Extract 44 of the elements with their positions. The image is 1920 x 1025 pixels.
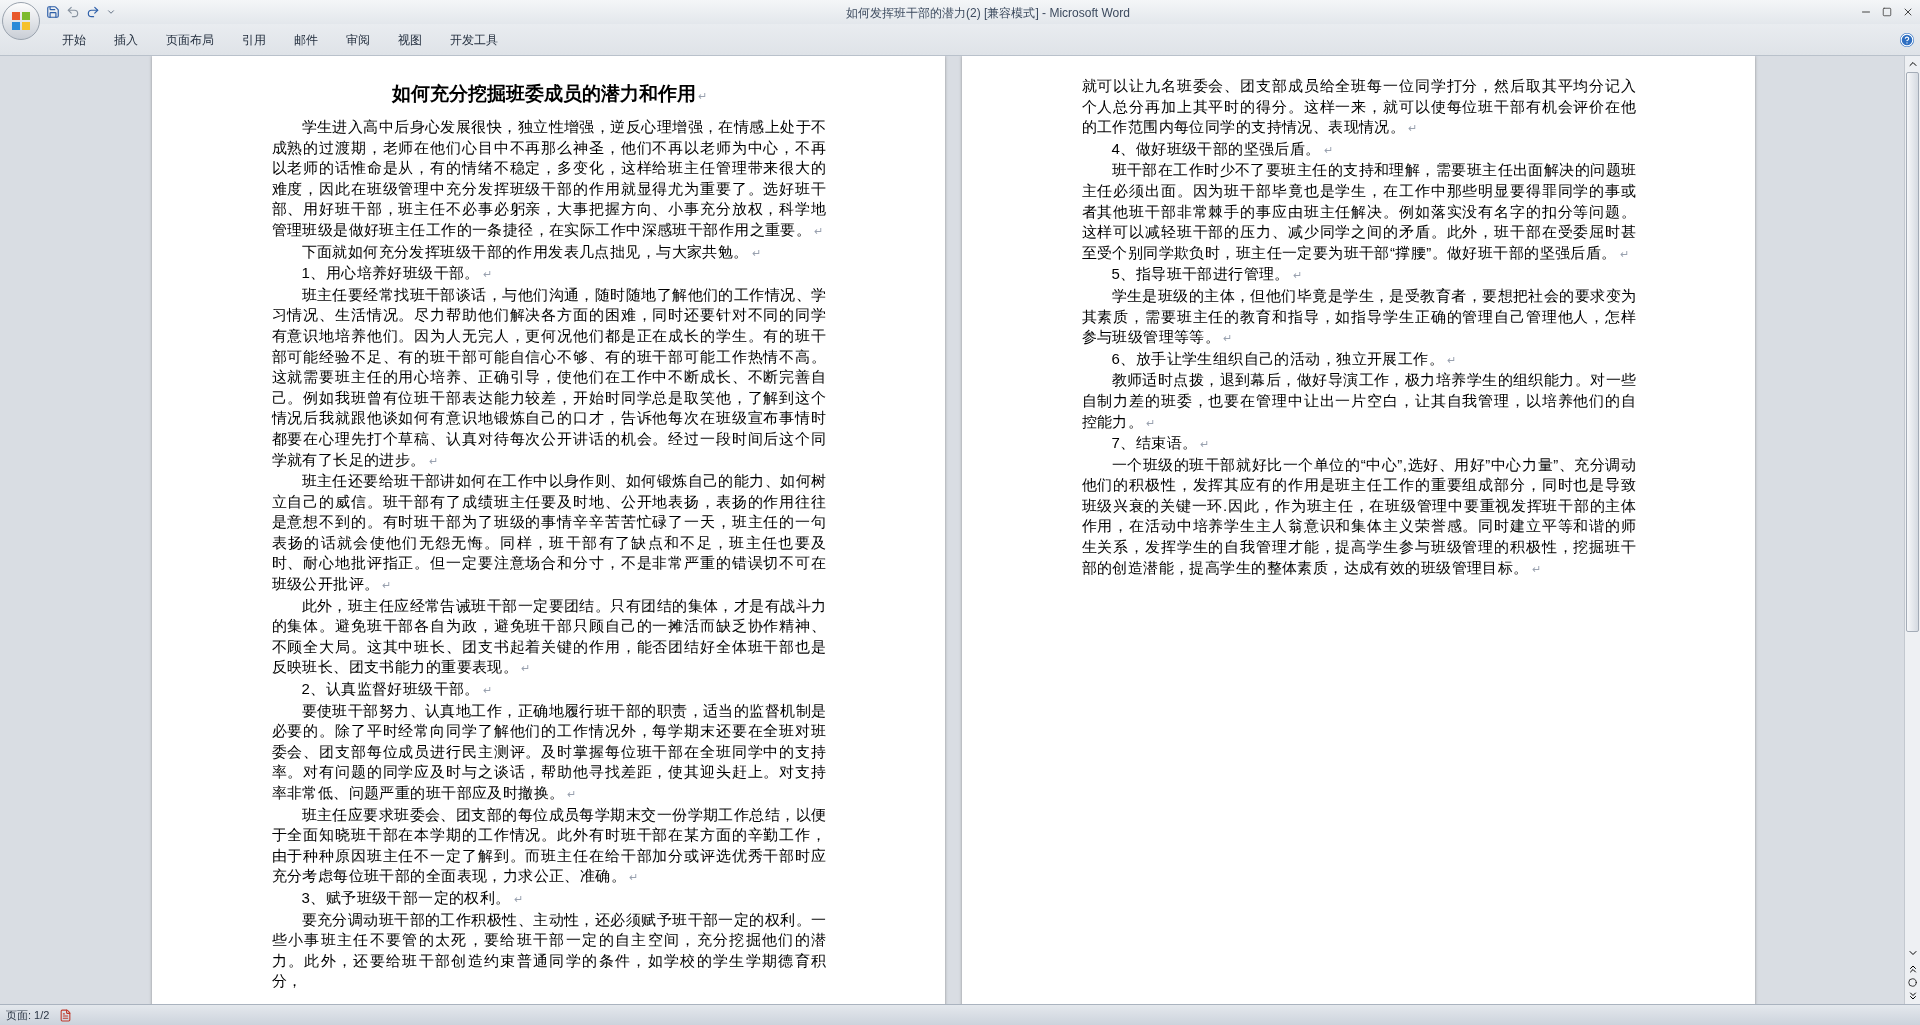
- page-count[interactable]: 页面: 1/2: [6, 1006, 50, 1024]
- document-check-icon[interactable]: [59, 1008, 73, 1022]
- ribbon-tab[interactable]: 开发工具: [436, 24, 512, 55]
- paragraph: 要使班干部努力、认真地工作，正确地履行班干部的职责，适当的监督机制是必要的。除了平时经常向同学了解他们的工作情况外，每学期末还要在全班对班委会、团支部每位成员进行民主测评。及时掌握每位班干部在全班同学中的支持率。对有问题的同学应及时与之谈话，帮助他寻找差距，使其迎头赶上。对支持率非常低、问题严重的班干部应及时撤换。 ↵: [271, 700, 827, 803]
- scroll-thumb[interactable]: [1906, 72, 1919, 632]
- paragraph: 下面就如何充分发挥班级干部的作用发表几点拙见，与大家共勉。 ↵: [300, 241, 763, 262]
- office-button[interactable]: [2, 2, 40, 40]
- paragraph: 1、用心培养好班级干部。 ↵: [300, 263, 494, 284]
- ribbon-tab[interactable]: 开始: [48, 24, 100, 55]
- ribbon-tab[interactable]: 页面布局: [152, 24, 228, 55]
- paragraph: 教师适时点拨，退到幕后，做好导演工作，极力培养学生的组织能力。对一些自制力差的班委，也要在管理中让出一片空白，让其自我管理，以培养他们的自控能力。 ↵: [1081, 370, 1637, 432]
- ribbon-tab[interactable]: 邮件: [280, 24, 332, 55]
- paragraph: 4、做好班级干部的坚强后盾。 ↵: [1110, 138, 1335, 159]
- paragraph: 一个班级的班干部就好比一个单位的“中心”,选好、用好”中心力量”、充分调动他们的积极性，发挥其应有的作用是班主任工作的重要组成部分，同时也是导致班级兴衰的关键一环.因此，作为班主任，在班级管理中要重视发挥班干部的主体作用，在活动中培养学生主人翁意识和集体主义荣誉感。同时建立平等和谐的师生关系，发挥学生的自我管理才能，提高学生参与班级管理的积极性，挖掘班干部的创造潜能，提高学生的整体素质，达成有效的班级管理目标。 ↵: [1081, 454, 1637, 578]
- paragraph: 班主任应要求班委会、团支部的每位成员每学期末交一份学期工作总结，以便于全面知晓班干部在本学期的工作情况。此外有时班干部在某方面的辛勤工作，由于种种原因班主任不一定了解到。而班主任在给干部加分或评选优秀干部时应充分考虑每位班干部的全面表现，力求公正、准确。 ↵: [271, 804, 827, 887]
- ribbon-tab[interactable]: 引用: [228, 24, 280, 55]
- maximize-icon[interactable]: [1882, 7, 1892, 17]
- paragraph: 就可以让九名班委会、团支部成员给全班每一位同学打分，然后取其平均分记入个人总分再加上其平时的得分。这样一来，就可以使每位班干部有机会评价在他的工作范围内每位同学的支持情况、表现情况。 ↵: [1081, 76, 1637, 138]
- office-logo-icon: [10, 10, 32, 32]
- paragraph: 学生是班级的主体，但他们毕竟是学生，是受教育者，要想把社会的要求变为其素质，需要班主任的教育和指导，如指导学生正确的管理自己管理他人，怎样参与班级管理等等。 ↵: [1081, 285, 1637, 348]
- paragraph: 5、指导班干部进行管理。 ↵: [1110, 264, 1304, 285]
- undo-icon[interactable]: [66, 5, 80, 19]
- ribbon-tab[interactable]: 视图: [384, 24, 436, 55]
- paragraph: 6、放手让学生组织自己的活动，独立开展工作。 ↵: [1110, 348, 1458, 369]
- vertical-scrollbar[interactable]: [1904, 56, 1920, 1004]
- save-icon[interactable]: [46, 5, 60, 19]
- paragraph: 2、认真监督好班级干部。 ↵: [300, 679, 494, 700]
- close-icon[interactable]: [1902, 6, 1914, 18]
- window-title: 如何发挥班干部的潜力(2) [兼容模式] - Microsoft Word: [846, 6, 1130, 20]
- ribbon-tab[interactable]: 插入: [100, 24, 152, 55]
- customize-caret-icon[interactable]: [106, 7, 116, 17]
- paragraph: 班主任要经常找班干部谈话，与他们沟通，随时随地了解他们的工作情况、学习情况、生活情况。尽力帮助他们解决各方面的困难，同时还要针对不同的同学有意识地培养他们。因为人无完人，更何况他们都是正在成长的学生。有的班干部可能经验不足、有的班干部可能自信心不够、有的班干部可能工作热情不高。这就需要班主任的用心培养、正确引导，使他们在工作中不断成长、不断完善自己。例如我班曾有位班干部表达能力较差，开始时同学总是取笑他，了解到这个情况后我就跟他谈如何有意识地锻炼自己的口才，告诉他每次在班级宣布事情时都要在心理先打个草稿、认真对待每次公开讲话的机会。经过一段时间后这个同学就有了长足的进步。 ↵: [271, 284, 827, 470]
- paragraph: 3、赋予班级干部一定的权利。 ↵: [300, 887, 525, 908]
- document-title: 如何充分挖掘班委成员的潜力和作用↵: [391, 82, 707, 106]
- ribbon-tab[interactable]: 审阅: [332, 24, 384, 55]
- paragraph: 班干部在工作时少不了要班主任的支持和理解，需要班主任出面解决的问题班主任必须出面。因为班干部毕竟也是学生，在工作中那些明显要得罪同学的事或者其他班干部非常棘手的事应由班主任解决。例如落实没有名字的扣分等问题。这样可以减轻班干部的压力、减少同学之间的矛盾。此外，班干部在受委屈时甚至受个别同学欺负时，班主任一定要为班干部“撑腰”。做好班干部的坚强后盾。 ↵: [1081, 160, 1637, 263]
- redo-icon[interactable]: [86, 5, 100, 19]
- paragraph: 学生进入高中后身心发展很快，独立性增强，逆反心理增强，在情感上处于不成熟的过渡期，老师在他们心目中不再那么神圣，他们不再以老师为中心，不再以老师的话惟命是从，有的情绪不稳定，多变化，这样给班主任管理带来很大的难度，因此在班级管理中充分发挥班级干部的作用就显得尤为重要了。选好班干部、用好班干部，班主任不必事必躬亲，大事把握方向、小事充分放权，科学地管理班级是做好班主任工作的一条捷径，在实际工作中深感班干部作用之重要。 ↵: [271, 117, 827, 240]
- help-icon[interactable]: [1900, 32, 1914, 47]
- paragraph: 此外，班主任应经常告诫班干部一定要团结。只有团结的集体，才是有战斗力的集体。避免班干部各自为政，避免班干部只顾自己的一摊活而缺乏协作精神、不顾全大局。这其中班长、团支书起着关键的作用，能否团结好全体班干部也是反映班长、团支书能力的重要表现。 ↵: [271, 595, 827, 678]
- paragraph: 班主任还要给班干部讲如何在工作中以身作则、如何锻炼自己的能力、如何树立自己的威信。班干部有了成绩班主任要及时地、公开地表扬，表扬的作用往往是意想不到的。有时班干部为了班级的事情辛辛苦苦忙碌了一天，班主任的一句表扬的话就会使他们无怨无悔。同样，班干部有了缺点和不足，班主任也要及时、耐心地批评指正。但一定要注意场合和分寸，不是非常严重的错误切不可在班级公开批评。 ↵: [271, 471, 827, 595]
- browse-object-icon[interactable]: [1908, 978, 1917, 987]
- paragraph: 7、结束语。 ↵: [1110, 433, 1211, 454]
- paragraph: 要充分调动班干部的工作积极性、主动性，还必须赋予班干部一定的权利。一些小事班主任不要管的太死，要给班干部一定的自主空间，充分挖掘他们的潜力。此外，还要给班干部创造约束普通同学的条件，如学校的学生学期德育积分，: [271, 909, 827, 992]
